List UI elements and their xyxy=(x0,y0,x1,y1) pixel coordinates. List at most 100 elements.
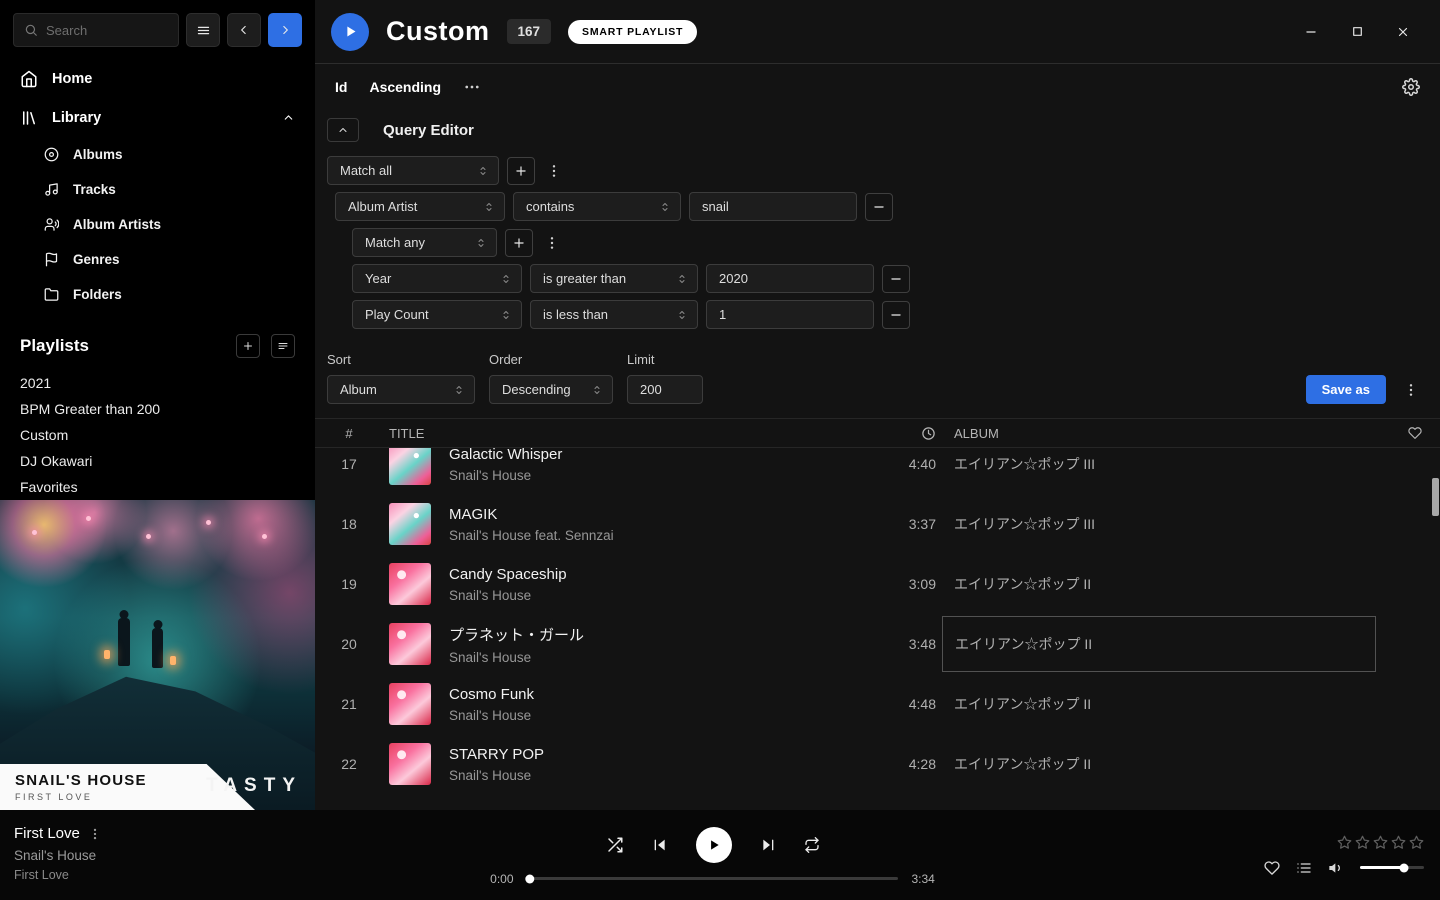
remove-rule-button[interactable] xyxy=(865,193,893,221)
queue-button[interactable] xyxy=(1296,860,1312,876)
remove-rule-button[interactable] xyxy=(882,265,910,293)
rule-field-value: Play Count xyxy=(365,307,429,322)
window-close-button[interactable] xyxy=(1384,17,1422,47)
add-group-rule-button[interactable] xyxy=(505,229,533,257)
select-arrows-icon xyxy=(676,273,688,285)
playlist-item[interactable]: 2021 xyxy=(20,370,295,396)
sort-field-button[interactable]: Id xyxy=(335,79,347,95)
track-title: Candy Spaceship xyxy=(449,566,854,583)
rule-value-input[interactable] xyxy=(706,300,874,329)
repeat-button[interactable] xyxy=(804,837,820,853)
settings-button[interactable] xyxy=(1402,78,1420,96)
sidebar-item-genres[interactable]: Genres xyxy=(0,242,315,277)
track-artwork xyxy=(389,448,431,485)
add-rule-button[interactable] xyxy=(507,157,535,185)
chevron-right-icon xyxy=(278,23,292,37)
rule-field-select[interactable]: Year xyxy=(352,264,522,293)
app-window: Home Library Albums Tracks xyxy=(0,0,1440,900)
group-match-type-select[interactable]: Match any xyxy=(352,228,497,257)
hamburger-icon xyxy=(196,23,211,38)
playlist-play-button[interactable] xyxy=(331,13,369,51)
save-as-button[interactable]: Save as xyxy=(1306,375,1386,404)
sidebar-item-library[interactable]: Library xyxy=(0,98,315,137)
sidebar-item-folders[interactable]: Folders xyxy=(0,277,315,312)
order-select[interactable]: Descending xyxy=(489,375,613,404)
star-button[interactable] xyxy=(1409,835,1424,850)
track-main: Galactic Whisper Snail's House xyxy=(449,448,854,483)
sidebar-item-tracks[interactable]: Tracks xyxy=(0,172,315,207)
search-input[interactable] xyxy=(46,23,168,38)
volume-handle[interactable] xyxy=(1399,863,1408,872)
window-minimize-button[interactable] xyxy=(1292,17,1330,47)
track-album: エイリアン☆ポップ II xyxy=(954,574,1364,594)
playlist-item[interactable]: BPM Greater than 200 xyxy=(20,396,295,422)
column-header-index[interactable]: # xyxy=(327,426,371,441)
next-button[interactable] xyxy=(760,837,776,853)
now-playing-artwork[interactable]: SNAIL'S HOUSE FIRST LOVE TASTY xyxy=(0,500,315,810)
column-header-title[interactable]: TITLE xyxy=(389,426,854,441)
column-header-duration[interactable] xyxy=(921,426,936,441)
table-row[interactable]: 19 Candy Spaceship Snail's House 3:09 エイ… xyxy=(315,554,1440,614)
sidebar: Home Library Albums Tracks xyxy=(0,0,315,810)
progress-bar[interactable] xyxy=(528,877,898,880)
query-editor-collapse-button[interactable] xyxy=(327,118,359,142)
now-playing-menu-button[interactable] xyxy=(88,827,102,841)
star-button[interactable] xyxy=(1355,835,1370,850)
column-header-album[interactable]: ALBUM xyxy=(954,426,1364,441)
playlist-item[interactable]: Custom xyxy=(20,422,295,448)
more-options-button[interactable] xyxy=(463,78,481,96)
sort-direction-button[interactable]: Ascending xyxy=(369,79,441,95)
rule-field-select[interactable]: Album Artist xyxy=(335,192,505,221)
table-row[interactable]: 20 プラネット・ガール Snail's House 3:48 エイリアン☆ポッ… xyxy=(315,614,1440,674)
track-album-focused-cell[interactable]: エイリアン☆ポップ II xyxy=(942,616,1376,672)
play-button[interactable] xyxy=(696,827,732,863)
playlist-item[interactable]: Favorites xyxy=(20,474,295,500)
track-title: Galactic Whisper xyxy=(449,448,854,463)
playlist-list-button[interactable] xyxy=(271,334,295,358)
nav-forward-button[interactable] xyxy=(268,13,302,47)
star-button[interactable] xyxy=(1391,835,1406,850)
volume-slider[interactable] xyxy=(1360,866,1424,869)
rule-value-input[interactable] xyxy=(689,192,857,221)
track-main: Candy Spaceship Snail's House xyxy=(449,566,854,603)
rule-operator-select[interactable]: is greater than xyxy=(530,264,698,293)
query-editor-title: Query Editor xyxy=(383,122,474,139)
column-header-favorite[interactable] xyxy=(1408,426,1422,440)
group-menu-button[interactable] xyxy=(541,229,563,257)
group-menu-button[interactable] xyxy=(543,157,565,185)
menu-button[interactable] xyxy=(186,13,220,47)
minimize-icon xyxy=(1304,25,1318,39)
scrollbar[interactable] xyxy=(1432,478,1439,516)
progress-handle[interactable] xyxy=(525,874,534,883)
window-maximize-button[interactable] xyxy=(1338,17,1376,47)
sort-select[interactable]: Album xyxy=(327,375,475,404)
star-button[interactable] xyxy=(1373,835,1388,850)
rule-field-select[interactable]: Play Count xyxy=(352,300,522,329)
shuffle-button[interactable] xyxy=(606,836,624,854)
volume-button[interactable] xyxy=(1328,860,1344,876)
star-icon xyxy=(1391,835,1406,850)
rule-value-input[interactable] xyxy=(706,264,874,293)
previous-button[interactable] xyxy=(652,837,668,853)
now-playing-title: First Love xyxy=(14,825,80,842)
favorite-button[interactable] xyxy=(1264,860,1280,876)
table-row[interactable]: 18 MAGIK Snail's House feat. Sennzai 3:3… xyxy=(315,494,1440,554)
save-menu-button[interactable] xyxy=(1400,376,1422,404)
rule-operator-select[interactable]: is less than xyxy=(530,300,698,329)
sidebar-item-albums[interactable]: Albums xyxy=(0,137,315,172)
remove-rule-button[interactable] xyxy=(882,301,910,329)
add-playlist-button[interactable] xyxy=(236,334,260,358)
sidebar-item-home[interactable]: Home xyxy=(0,59,315,98)
playlist-item[interactable]: DJ Okawari xyxy=(20,448,295,474)
table-row[interactable]: 22 STARRY POP Snail's House 4:28 エイリアン☆ポ… xyxy=(315,734,1440,794)
table-row[interactable]: 21 Cosmo Funk Snail's House 4:48 エイリアン☆ポ… xyxy=(315,674,1440,734)
nav-back-button[interactable] xyxy=(227,13,261,47)
star-button[interactable] xyxy=(1337,835,1352,850)
match-type-select[interactable]: Match all xyxy=(327,156,499,185)
sort-column: Sort Album xyxy=(327,352,475,404)
page-title: Custom xyxy=(386,16,490,47)
table-row[interactable]: 17 Galactic Whisper Snail's House 4:40 エ… xyxy=(315,448,1440,494)
limit-input[interactable] xyxy=(627,375,703,404)
rule-operator-select[interactable]: contains xyxy=(513,192,681,221)
sidebar-item-album-artists[interactable]: Album Artists xyxy=(0,207,315,242)
